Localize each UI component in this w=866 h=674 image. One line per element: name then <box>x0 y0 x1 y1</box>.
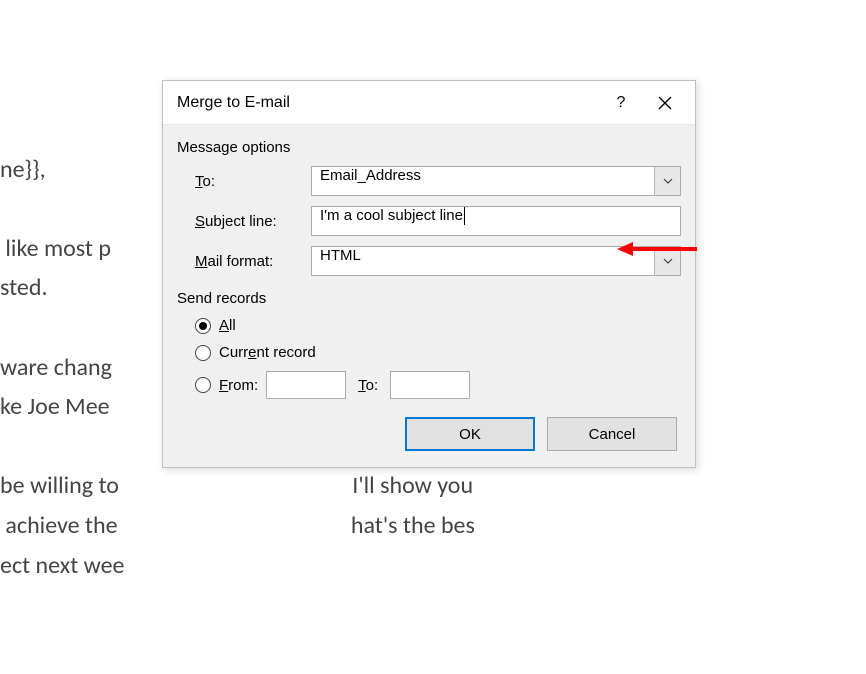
radio-from[interactable] <box>195 377 211 393</box>
to-combo-arrow[interactable] <box>654 167 680 195</box>
to-combo[interactable]: Email_Address <box>311 166 681 196</box>
mail-format-combo-arrow[interactable] <box>654 247 680 275</box>
to-label: To: <box>195 173 311 190</box>
text-cursor <box>464 207 465 225</box>
message-options-group-label: Message options <box>177 139 681 156</box>
to-combo-value: Email_Address <box>312 167 654 195</box>
radio-current[interactable] <box>195 345 211 361</box>
dialog-titlebar: Merge to E-mail ? <box>163 81 695 125</box>
help-button[interactable]: ? <box>599 81 643 125</box>
subject-input[interactable]: I'm a cool subject line <box>311 206 681 236</box>
chevron-down-icon <box>663 178 673 184</box>
merge-to-email-dialog: Merge to E-mail ? Message options To: Em… <box>162 80 696 468</box>
radio-current-label: Current record <box>219 344 316 361</box>
dialog-body: Message options To: Email_Address Subjec… <box>163 125 695 467</box>
radio-all-label: All <box>219 317 236 334</box>
close-button[interactable] <box>643 81 687 125</box>
mail-format-combo-value: HTML <box>312 247 654 275</box>
dialog-button-row: OK Cancel <box>177 417 681 451</box>
range-inputs: To: <box>266 371 470 399</box>
radio-all-row[interactable]: All <box>177 317 681 334</box>
subject-input-value: I'm a cool subject line <box>312 207 680 235</box>
mail-format-combo[interactable]: HTML <box>311 246 681 276</box>
range-to-label: To: <box>358 377 378 394</box>
mail-format-row: Mail format: HTML <box>177 246 681 276</box>
close-icon <box>658 96 672 110</box>
subject-row: Subject line: I'm a cool subject line <box>177 206 681 236</box>
help-icon: ? <box>617 94 626 112</box>
radio-all[interactable] <box>195 318 211 334</box>
to-row: To: Email_Address <box>177 166 681 196</box>
subject-label: Subject line: <box>195 213 311 230</box>
chevron-down-icon <box>663 258 673 264</box>
ok-button[interactable]: OK <box>405 417 535 451</box>
radio-current-row[interactable]: Current record <box>177 344 681 361</box>
mail-format-label: Mail format: <box>195 253 311 270</box>
cancel-button[interactable]: Cancel <box>547 417 677 451</box>
dialog-title: Merge to E-mail <box>177 94 599 112</box>
radio-from-row[interactable]: From: To: <box>177 371 681 399</box>
to-input[interactable] <box>390 371 470 399</box>
from-input[interactable] <box>266 371 346 399</box>
send-records-group-label: Send records <box>177 290 681 307</box>
radio-from-label: From: <box>219 377 258 394</box>
